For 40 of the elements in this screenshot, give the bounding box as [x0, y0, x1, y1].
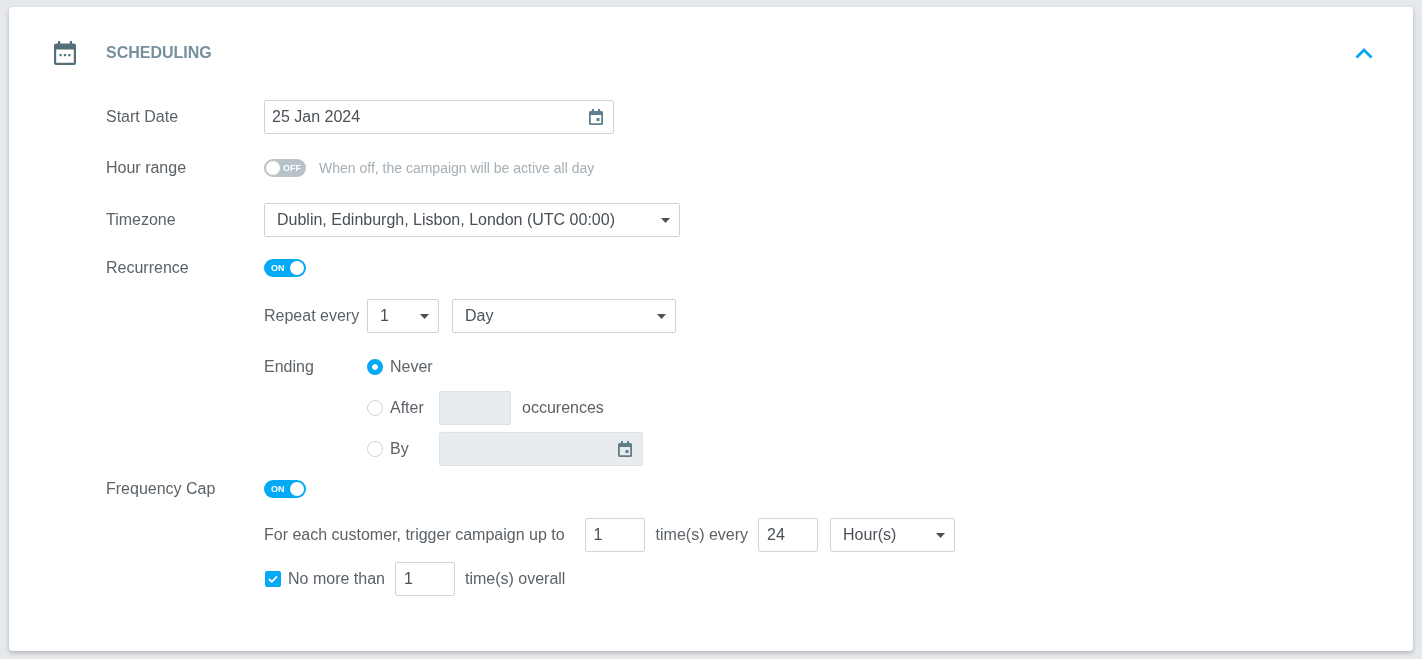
limit-suffix: time(s) overall: [464, 569, 566, 589]
caret-icon: [657, 313, 666, 319]
option-label: After: [390, 398, 424, 418]
limit-field[interactable]: 1: [394, 562, 455, 596]
section-title: SCHEDULING: [106, 43, 212, 63]
collapse-button[interactable]: [1355, 47, 1373, 59]
period-field[interactable]: 24: [758, 518, 819, 552]
caret-icon: [420, 313, 429, 319]
field-label: Frequency Cap: [106, 479, 217, 499]
switch-knob: [290, 482, 304, 496]
limit-label: No more than: [288, 569, 385, 589]
repeat-unit-select[interactable]: Day: [452, 299, 676, 333]
check-icon: [268, 575, 278, 583]
ending-label: Ending: [264, 357, 315, 377]
timezone-select[interactable]: Dublin, Edinburgh, Lisbon, London (UTC 00:00): [264, 203, 680, 237]
switch-knob: [290, 261, 304, 275]
radio-button[interactable]: [367, 359, 383, 375]
repeat-count-select[interactable]: 1: [367, 299, 439, 333]
occurrences-label: occurences: [522, 398, 604, 418]
caret-icon: [936, 532, 946, 538]
field-label: Recurrence: [106, 258, 190, 278]
rule-text: For each customer, trigger campaign up to: [264, 525, 565, 545]
option-label: By: [390, 439, 409, 459]
option-label: Never: [390, 357, 433, 377]
hint-text: When off, the campaign will be active all day: [319, 159, 595, 177]
calendar-icon: [53, 41, 77, 65]
calendar-icon[interactable]: [589, 109, 603, 125]
field-label: Hour range: [106, 158, 188, 178]
field-label: Start Date: [106, 107, 180, 127]
calendar-icon[interactable]: [618, 441, 632, 457]
repeat-label: Repeat every: [264, 306, 361, 326]
chevron-up-icon: [1355, 47, 1373, 59]
limit-checkbox[interactable]: [265, 571, 281, 587]
times-field[interactable]: 1: [584, 518, 645, 552]
period-unit-select[interactable]: Hour(s): [830, 518, 956, 552]
start-date-field[interactable]: 25 Jan 2024: [264, 100, 614, 134]
rule-text: time(s) every: [655, 525, 749, 545]
field-label: Timezone: [106, 210, 177, 230]
caret-icon: [661, 217, 670, 223]
switch-knob: [266, 161, 280, 175]
